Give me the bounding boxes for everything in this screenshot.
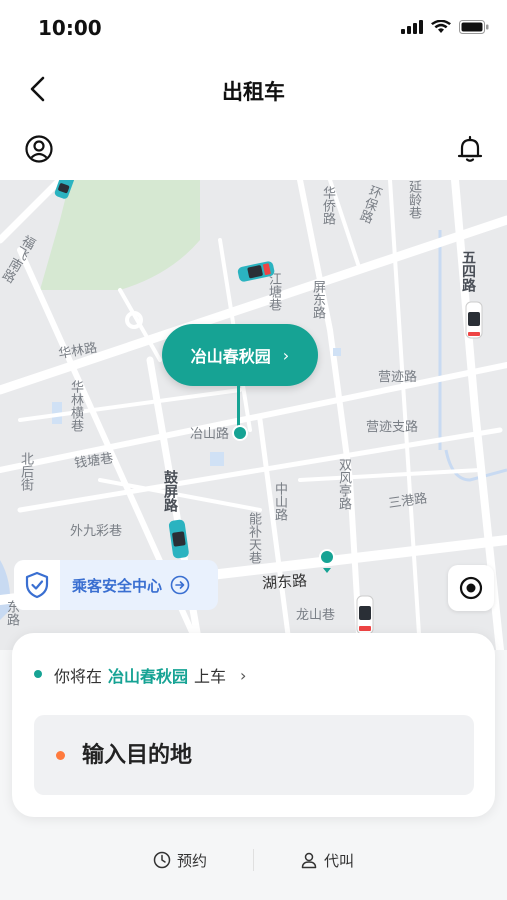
destination-dot [56,751,65,760]
page-title: 出租车 [222,80,285,104]
signal-icon [401,20,423,34]
chevron-right-icon: › [282,345,290,365]
shield-icon [14,560,60,610]
user-profile-icon[interactable] [24,134,54,164]
pickup-dot [34,670,42,678]
road-label: 湖东路 [261,571,308,593]
locate-me-button[interactable] [448,565,494,611]
taxi-car-icon [54,180,74,199]
taxi-car-icon [356,595,374,635]
pickup-pin-stem [237,386,240,428]
road-label: 双风亭路 [336,458,351,510]
safety-center-button[interactable]: 乘客安全中心 [14,560,218,610]
status-time: 10:00 [38,16,102,40]
pickup-suffix: 上车 [194,667,227,686]
clock-icon [153,851,171,869]
road-label: 营迹支路 [366,420,419,435]
road-label: 华林横巷 [68,380,83,432]
pickup-pin-dot [232,425,248,441]
destination-placeholder: 输入目的地 [82,743,193,768]
pickup-place: 冶山春秋园 [108,667,189,686]
road-label: 中山路 [272,482,287,521]
road-label: 外九彩巷 [70,524,123,539]
reserve-button[interactable]: 预约 [107,850,253,871]
map-view[interactable]: 福飞南路 华侨路 环保路 延龄巷 五四路 江塘巷 屏东路 华林路 华林横巷 营迹… [0,180,507,650]
road-label: 北后街 [18,452,33,491]
call-for-others-button[interactable]: 代叫 [254,850,400,871]
taxi-car-icon [237,261,275,282]
road-label: 能补天巷 [246,512,261,564]
safety-center-label: 乘客安全中心 [72,576,163,595]
battery-icon [459,20,489,34]
ride-request-card: 你将在 冶山春秋园 上车 › 输入目的地 [12,633,495,817]
pickup-point-label: 冶山春秋园 [190,347,271,366]
pickup-point-bubble[interactable]: 冶山春秋园 › [162,324,318,386]
taxi-car-icon [465,301,483,339]
call-for-others-label: 代叫 [324,851,355,870]
pickup-prefix: 你将在 [54,667,103,686]
road-label: 龙山巷 [296,608,336,623]
taxi-car-icon [168,519,189,559]
person-icon [301,852,317,869]
road-label: 五四路 [460,250,476,292]
road-label: 鼓屏路 [162,470,178,512]
road-label: 屏东路 [310,280,325,319]
status-bar: 10:00 [0,0,507,60]
road-label: 延龄巷 [406,180,421,219]
road-label: 华侨路 [320,186,335,225]
wifi-icon [431,20,451,33]
reserve-label: 预约 [176,851,207,870]
arrow-circle-right-icon [170,575,190,595]
chevron-right-icon: › [240,665,247,685]
target-icon [459,576,483,600]
bottom-actions: 预约 代叫 [0,830,507,890]
status-icons [401,20,489,34]
current-location-icon [319,549,335,573]
top-header: 出租车 [0,60,507,180]
pickup-row[interactable]: 你将在 冶山春秋园 上车 › [34,663,247,687]
notification-bell-icon[interactable] [455,134,485,164]
destination-input[interactable]: 输入目的地 [34,715,474,795]
road-label: 冶山路 [190,427,230,442]
road-label: 营迹路 [378,370,418,385]
